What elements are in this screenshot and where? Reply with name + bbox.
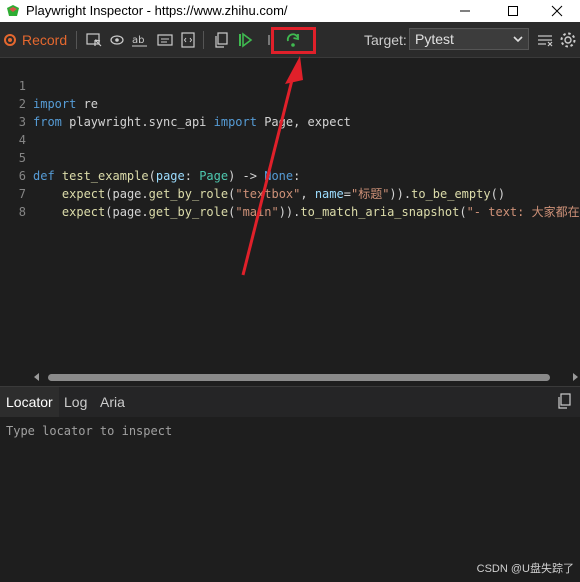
string-literal: "textbox"	[235, 187, 301, 201]
type-name: Page	[199, 169, 229, 183]
string-literal: "标题"	[350, 187, 390, 201]
tab-locator[interactable]: Locator	[0, 387, 59, 417]
pick-locator-icon	[86, 33, 102, 47]
code-line: 7 expect(page.get_by_role("main")).to_ma…	[0, 167, 580, 219]
maximize-button[interactable]	[490, 0, 536, 22]
code-line: 4	[0, 113, 29, 147]
window-title: Playwright Inspector - https://www.zhihu…	[26, 3, 288, 18]
close-icon	[551, 5, 563, 17]
assert-value-icon	[157, 34, 173, 46]
assert-text-button[interactable]: ab	[131, 31, 149, 49]
record-icon	[4, 34, 16, 46]
settings-icon	[560, 32, 576, 48]
code-text: (	[148, 169, 156, 183]
playwright-logo-icon	[7, 5, 19, 16]
step-over-highlight-box	[271, 27, 316, 54]
keyword: from	[33, 115, 62, 129]
scroll-right-icon[interactable]	[573, 373, 578, 381]
code-text: ) ->	[228, 169, 265, 183]
watermark: CSDN @U盘失踪了	[476, 563, 574, 575]
function-name: expect	[61, 205, 106, 219]
copy-button[interactable]	[212, 31, 230, 49]
close-button[interactable]	[534, 0, 580, 22]
locator-input[interactable]	[4, 421, 578, 441]
copy-locator-button[interactable]	[556, 393, 574, 411]
panel-tabs: Locator Log Aria	[0, 386, 580, 417]
toolbar-separator	[76, 31, 77, 49]
code-text: :	[184, 169, 200, 183]
copy-icon	[215, 32, 228, 48]
resume-icon	[239, 32, 253, 48]
code-text: (page.	[105, 187, 149, 201]
scrollbar-thumb[interactable]	[48, 374, 550, 381]
function-name: to_match_aria_snapshot	[300, 205, 460, 219]
code-line: 1 import re	[0, 59, 98, 111]
string-literal: "- text: 大家都在搜	[466, 205, 580, 219]
resume-button[interactable]	[236, 31, 254, 49]
code-text: =	[343, 187, 351, 201]
keyword: None	[264, 169, 294, 183]
pick-locator-button[interactable]	[85, 31, 103, 49]
target-value: Pytest	[415, 31, 454, 47]
function-name: to_be_empty	[411, 187, 491, 201]
code-line: 8	[0, 185, 29, 219]
tab-log[interactable]: Log	[64, 387, 87, 417]
assert-visibility-icon	[110, 35, 124, 45]
assert-text-icon: ab	[132, 35, 147, 47]
locator-panel: CSDN @U盘失踪了	[0, 417, 580, 582]
editor-horizontal-scrollbar[interactable]	[32, 370, 580, 384]
code-text: (	[459, 205, 467, 219]
keyword: import	[213, 115, 257, 129]
code-text: playwright.sync_api	[61, 115, 214, 129]
assert-value-button[interactable]	[156, 31, 174, 49]
copy-icon	[558, 393, 571, 409]
string-literal: "main"	[235, 205, 279, 219]
code-text: )).	[389, 187, 412, 201]
function-name: expect	[61, 187, 106, 201]
keyword: import	[33, 97, 77, 111]
function-name: get_by_role	[148, 187, 229, 201]
svg-text:ab: ab	[132, 35, 144, 46]
code-text: Page, expect	[256, 115, 351, 129]
parameter: page	[155, 169, 185, 183]
code-line: 6 expect(page.get_by_role("textbox", nam…	[0, 149, 505, 201]
assert-snapshot-icon	[181, 32, 195, 48]
function-name: test_example	[54, 169, 149, 183]
clear-button[interactable]	[536, 31, 554, 49]
maximize-icon	[508, 6, 518, 16]
keyword: def	[33, 169, 55, 183]
code-text: ()	[490, 187, 506, 201]
line-number: 8	[18, 205, 26, 219]
toolbar-separator	[203, 31, 204, 49]
code-text: ,	[300, 187, 315, 201]
assert-visibility-button[interactable]	[108, 31, 126, 49]
minimize-button[interactable]	[442, 0, 488, 22]
chevron-down-icon	[513, 36, 523, 43]
code-line: 2 from playwright.sync_api import Page, …	[0, 77, 351, 129]
scroll-left-icon[interactable]	[34, 373, 39, 381]
settings-button[interactable]	[559, 31, 577, 49]
target-select[interactable]: Pytest	[409, 28, 529, 50]
record-button[interactable]: Record	[4, 30, 67, 50]
code-line: 5 def test_example(page: Page) -> None:	[0, 131, 301, 183]
record-label: Record	[22, 32, 68, 48]
code-editor[interactable]: 1 import re 2 from playwright.sync_api i…	[0, 58, 580, 370]
tab-aria[interactable]: Aria	[100, 387, 125, 417]
window-titlebar: Playwright Inspector - https://www.zhihu…	[0, 0, 580, 22]
code-text: :	[293, 169, 301, 183]
code-line: 3	[0, 95, 29, 129]
target-label: Target:	[364, 32, 407, 48]
minimize-icon	[460, 10, 470, 12]
code-text: re	[76, 97, 99, 111]
code-text: (page.	[105, 205, 149, 219]
clear-icon	[538, 35, 553, 47]
code-text: )).	[278, 205, 301, 219]
parameter: name	[314, 187, 344, 201]
assert-snapshot-button[interactable]	[179, 31, 197, 49]
function-name: get_by_role	[148, 205, 229, 219]
